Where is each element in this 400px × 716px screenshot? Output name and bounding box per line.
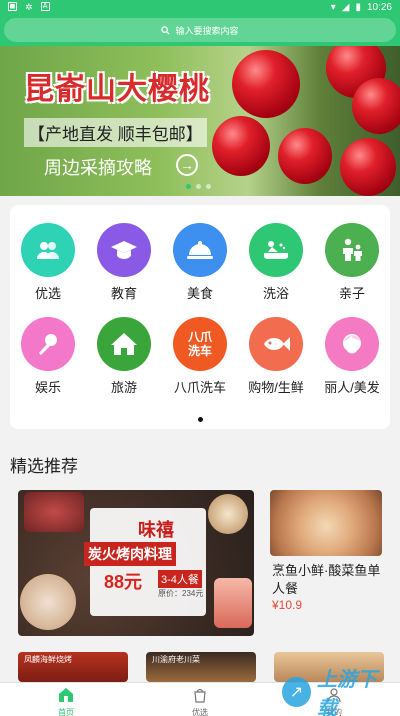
category-item-parenting[interactable]: 亲子 <box>314 223 390 302</box>
banner-title: 昆嵛山大樱桃 <box>24 73 210 106</box>
pagination-dot[interactable] <box>186 184 191 189</box>
fish-dish-image[interactable] <box>270 490 382 556</box>
category-item-car-wash[interactable]: 八爪 洗车 八爪洗车 <box>162 317 238 396</box>
notification-icon: ◼ <box>8 2 17 11</box>
promo-banner[interactable]: 昆嵛山大樱桃 【产地直发 顺丰包邮】 周边采摘攻略 → <box>0 46 400 196</box>
category-label: 亲子 <box>338 286 365 301</box>
parent-child-icon <box>325 223 379 277</box>
search-placeholder: 输入要搜索内容 <box>175 25 239 36</box>
category-label: 娱乐 <box>34 380 61 395</box>
search-icon <box>161 25 171 35</box>
category-label: 购物/生鲜 <box>248 380 304 395</box>
tab-label: 优选 <box>192 708 208 716</box>
section-title: 精选推荐 <box>10 457 78 476</box>
banner-pagination <box>186 184 211 189</box>
cherry-image <box>232 50 300 118</box>
item-name[interactable]: 烹鱼小鲜·酸菜鱼单人餐 <box>272 562 388 598</box>
category-label: 优选 <box>34 286 61 301</box>
dish-image <box>208 494 248 534</box>
settings-gear-icon: ✲ <box>25 2 33 12</box>
category-label: 旅游 <box>110 380 137 395</box>
app-a-icon: A <box>40 2 50 11</box>
category-item-youxuan[interactable]: 优选 <box>10 223 86 302</box>
home-icon <box>59 688 73 702</box>
food-cloche-icon <box>173 223 227 277</box>
pagination-dot[interactable] <box>206 184 211 189</box>
featured-deal-card[interactable]: 味禧 炭火烤肉料理 88元 3-4人餐 原价：234元 <box>18 490 254 636</box>
car-wash-logo-icon: 八爪 洗车 <box>173 317 227 371</box>
deal-card-label: 凤麟海鲜烧烤 <box>24 655 72 664</box>
item-price: ¥10.9 <box>272 598 303 612</box>
banner-subtitle: 【产地直发 顺丰包邮】 <box>24 118 207 147</box>
category-label: 教育 <box>110 286 137 301</box>
graduation-cap-icon <box>97 223 151 277</box>
deal-card-label: 川渝府老川菜 <box>152 655 200 664</box>
dish-image <box>214 578 252 628</box>
battery-icon: ▮ <box>355 2 361 13</box>
category-item-fresh-shopping[interactable]: 购物/生鲜 <box>238 317 314 396</box>
status-left-icons: ◼ ✲ A <box>8 2 50 13</box>
watermark-logo-icon: ↗ <box>282 677 311 707</box>
status-bar: ◼ ✲ A ▾ ◢ ▮ 10:26 <box>0 0 400 16</box>
status-time: 10:26 <box>366 2 392 13</box>
tab-youxuan[interactable]: 优选 <box>170 685 230 716</box>
cherry-image <box>278 128 332 184</box>
category-item-bath[interactable]: 洗浴 <box>238 223 314 302</box>
deal-portion: 3-4人餐 <box>158 570 202 588</box>
watermark-text: 上游下载 <box>316 669 377 716</box>
tab-label: 首页 <box>58 708 74 716</box>
watermark: ↗ 上游下载 <box>282 669 394 716</box>
category-item-entertainment[interactable]: 娱乐 <box>10 317 86 396</box>
category-item-travel[interactable]: 旅游 <box>86 317 162 396</box>
category-label: 丽人/美发 <box>324 380 380 395</box>
deal-price: 88元 <box>104 572 143 592</box>
deal-headline: 炭火烤肉料理 <box>84 542 176 566</box>
banner-cta: 周边采摘攻略 <box>44 158 152 178</box>
search-bar[interactable]: 输入要搜索内容 <box>4 18 396 42</box>
category-grid: 优选 教育 美食 洗浴 亲子 娱乐 旅游 八爪 洗车 八爪洗车 购物/生鲜 丽人… <box>10 205 390 429</box>
wifi-icon: ▾ <box>330 2 336 13</box>
status-right-icons: ▾ ◢ ▮ 10:26 <box>331 2 392 13</box>
top-header: ◼ ✲ A ▾ ◢ ▮ 10:26 输入要搜索内容 <box>0 0 400 46</box>
signal-icon: ◢ <box>341 2 350 13</box>
cherry-image <box>212 116 270 176</box>
category-item-beauty[interactable]: 丽人/美发 <box>314 317 390 396</box>
cherry-image <box>352 78 400 134</box>
deal-card-sichuan[interactable]: 川渝府老川菜 <box>146 652 256 682</box>
shopping-bag-icon <box>194 688 206 703</box>
bath-icon <box>249 223 303 277</box>
pagination-dot[interactable] <box>196 184 201 189</box>
category-page-indicator <box>198 417 203 422</box>
deal-original-price: 原价：234元 <box>158 589 204 598</box>
woman-face-icon <box>325 317 379 371</box>
tab-home[interactable]: 首页 <box>36 685 96 716</box>
arrow-right-icon: → <box>176 154 198 176</box>
microphone-icon <box>21 317 75 371</box>
dish-image <box>24 492 84 532</box>
category-label: 八爪洗车 <box>173 380 226 395</box>
house-icon <box>97 317 151 371</box>
fish-icon <box>249 317 303 371</box>
category-item-food[interactable]: 美食 <box>162 223 238 302</box>
category-item-education[interactable]: 教育 <box>86 223 162 302</box>
deal-brand: 味禧 <box>138 520 174 540</box>
app-screen: ◼ ✲ A ▾ ◢ ▮ 10:26 输入要搜索内容 昆嵛山大樱桃 【产地直发 顺… <box>0 0 400 716</box>
category-label: 美食 <box>186 286 213 301</box>
category-label: 洗浴 <box>262 286 289 301</box>
car-wash-logo-text: 八爪 洗车 <box>187 330 212 358</box>
cherry-image <box>340 138 396 196</box>
deal-card-seafood[interactable]: 凤麟海鲜烧烤 <box>18 652 128 682</box>
dish-image <box>20 574 76 630</box>
users-icon <box>21 223 75 277</box>
